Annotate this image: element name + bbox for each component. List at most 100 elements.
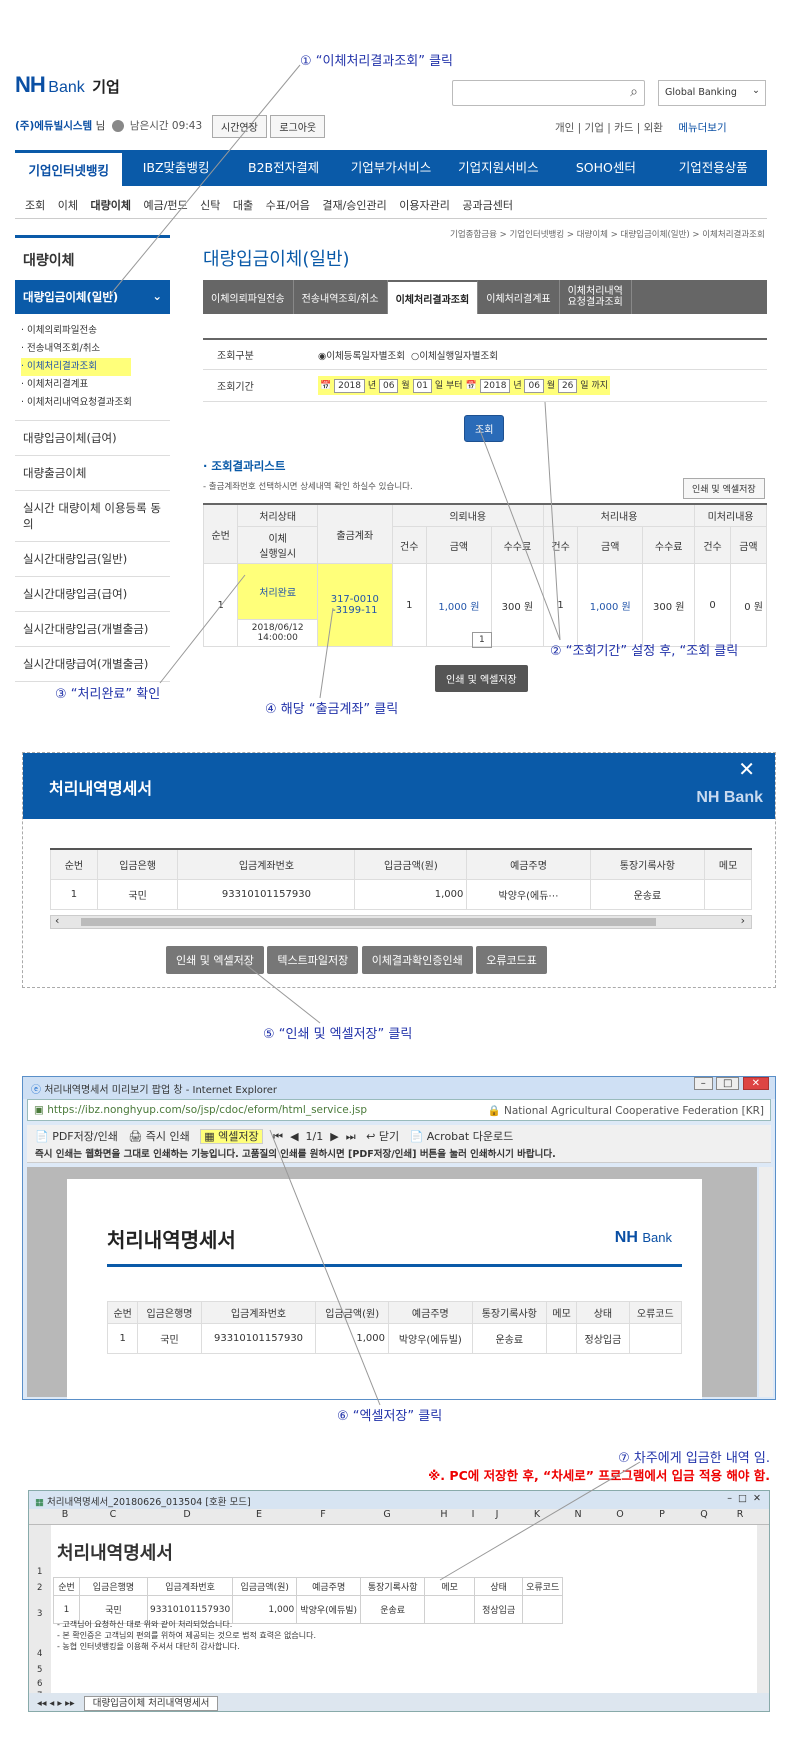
maximize-icon[interactable]: □ bbox=[715, 1077, 740, 1090]
util-link-card[interactable]: 카드 bbox=[614, 122, 633, 134]
util-link-fx[interactable]: 외환 bbox=[644, 122, 663, 134]
calendar-icon[interactable]: 📅 bbox=[320, 381, 331, 391]
sidebar-subitem[interactable]: · 이체처리결계표 bbox=[21, 376, 164, 394]
subnav-item[interactable]: 이체 bbox=[58, 199, 78, 212]
subnav-item-bulk[interactable]: 대량이체 bbox=[91, 199, 131, 212]
last-page-icon[interactable]: ⏭ bbox=[346, 1130, 356, 1143]
scroll-left-icon[interactable]: ‹ bbox=[55, 914, 59, 927]
sidebar-item[interactable]: 실시간대량입금(개별출금) bbox=[15, 612, 170, 647]
next-page-icon[interactable]: ▶ bbox=[330, 1130, 338, 1143]
print-now-button[interactable]: 🖨 즉시 인쇄 bbox=[128, 1130, 189, 1143]
confirm-print-button[interactable]: 이체결과확인증인쇄 bbox=[361, 946, 473, 974]
sidebar-item[interactable]: 실시간대량입금(일반) bbox=[15, 542, 170, 577]
extend-session-button[interactable]: 시간연장 bbox=[212, 115, 267, 138]
tab-upload[interactable]: 이체의뢰파일전송 bbox=[203, 280, 294, 314]
print-excel-button[interactable]: 인쇄 및 엑셀저장 bbox=[435, 665, 528, 692]
gnb-item-b2b[interactable]: B2B전자결제 bbox=[230, 150, 337, 186]
search-button[interactable]: 조회 bbox=[464, 415, 505, 442]
minimize-icon[interactable]: – bbox=[693, 1077, 713, 1090]
tab-request-result[interactable]: 이체처리내역 요청결과조회 bbox=[560, 280, 632, 314]
sheet-tabs-bar: ◂◂ ◂ ▸ ▸▸ 대량입금이체 처리내역명세서 bbox=[29, 1693, 769, 1711]
search-icon[interactable]: ⌕ bbox=[630, 84, 638, 100]
subnav-item[interactable]: 결재/승인관리 bbox=[322, 199, 386, 212]
tab-summary[interactable]: 이체처리결계표 bbox=[478, 280, 560, 314]
global-banking-select[interactable]: Global Banking ⌄ bbox=[658, 80, 766, 106]
subnav-item[interactable]: 수표/어음 bbox=[266, 199, 310, 212]
sidebar-subitem[interactable]: · 이체의뢰파일전송 bbox=[21, 322, 164, 340]
withdrawal-account-link[interactable]: 317-0010 -3199-11 bbox=[316, 563, 393, 647]
gnb-item-support[interactable]: 기업지원서비스 bbox=[445, 150, 552, 186]
page-number[interactable]: 1 bbox=[472, 632, 492, 648]
close-button[interactable]: ↩ 닫기 bbox=[366, 1130, 399, 1143]
pdf-save-button[interactable]: 📄 PDF저장/인쇄 bbox=[35, 1130, 118, 1143]
sidebar-item[interactable]: 대량출금이체 bbox=[15, 456, 170, 491]
more-menu-link[interactable]: 메뉴더보기 bbox=[678, 122, 726, 134]
annotation-step4: ④ 해당 “출금계좌” 클릭 bbox=[265, 702, 399, 717]
excel-window: ▦ 처리내역명세서_20180626_013504 [호환 모드] – □ ✕ … bbox=[28, 1490, 770, 1712]
gnb-item-products[interactable]: 기업전용상품 bbox=[660, 150, 767, 186]
subnav-item[interactable]: 공과금센터 bbox=[462, 199, 513, 212]
excel-save-button[interactable]: ▦ 엑셀저장 bbox=[200, 1129, 263, 1144]
doc-title: 처리내역명세서 bbox=[107, 1228, 236, 1252]
tab-result[interactable]: 이체처리결과조회 bbox=[387, 280, 479, 314]
from-year-select[interactable]: 2018 bbox=[334, 379, 365, 393]
preview-area: 처리내역명세서 NH Bank 순번 입금은행명 입금계좌번호 입금금액(원) 예금… bbox=[27, 1167, 757, 1399]
first-page-icon[interactable]: ⏮ bbox=[273, 1130, 283, 1143]
page-icon: ▣ bbox=[34, 1104, 44, 1116]
bank-logo[interactable]: NH Bank 기업 bbox=[15, 72, 120, 98]
to-day-select[interactable]: 26 bbox=[557, 379, 578, 393]
to-month-select[interactable]: 06 bbox=[524, 379, 544, 393]
sidebar-subitem[interactable]: · 전송내역조회/취소 bbox=[21, 340, 164, 358]
sidebar-item[interactable]: 대량입금이체(급여) bbox=[15, 421, 170, 456]
close-icon[interactable]: ✕ bbox=[738, 757, 755, 781]
gnb-item-addon[interactable]: 기업부가서비스 bbox=[337, 150, 444, 186]
print-excel-button-top[interactable]: 인쇄 및 엑셀저장 bbox=[683, 478, 765, 499]
gnb-item-soho[interactable]: SOHO센터 bbox=[552, 150, 659, 186]
subnav-item[interactable]: 예금/펀드 bbox=[143, 199, 187, 212]
to-year-select[interactable]: 2018 bbox=[479, 379, 511, 393]
sidebar-subitem-result[interactable]: · 이체처리결과조회 bbox=[21, 358, 131, 376]
text-file-button[interactable]: 텍스트파일저장 bbox=[267, 946, 359, 974]
error-code-button[interactable]: 오류코드표 bbox=[476, 946, 547, 974]
close-icon[interactable]: ✕ bbox=[753, 1493, 761, 1504]
sheet-nav-icons[interactable]: ◂◂ ◂ ▸ ▸▸ bbox=[37, 1698, 75, 1709]
nh-bank-logo: NH Bank bbox=[614, 1229, 672, 1246]
cert-info[interactable]: 🔒 National Agricultural Cooperative Fede… bbox=[488, 1104, 764, 1117]
sidebar-title: 대량이체 bbox=[23, 253, 75, 269]
sidebar-item[interactable]: 실시간대량급여(개별출금) bbox=[15, 647, 170, 682]
sidebar-item[interactable]: 실시간대량입금(급여) bbox=[15, 577, 170, 612]
search-input[interactable]: ⌕ bbox=[452, 80, 645, 106]
util-link-personal[interactable]: 개인 bbox=[555, 122, 574, 134]
sidebar-subitem[interactable]: · 이체처리내역요청결과조회 bbox=[21, 394, 164, 412]
acrobat-download-button[interactable]: 📄 Acrobat 다운로드 bbox=[410, 1130, 514, 1143]
util-link-corp[interactable]: 기업 bbox=[585, 122, 604, 134]
scroll-right-icon[interactable]: › bbox=[741, 914, 745, 927]
sheet-tab[interactable]: 대량입금이체 처리내역명세서 bbox=[83, 1696, 219, 1711]
print-excel-button[interactable]: 인쇄 및 엑셀저장 bbox=[166, 946, 264, 974]
prev-page-icon[interactable]: ◀ bbox=[290, 1130, 298, 1143]
tab-history[interactable]: 전송내역조회/취소 bbox=[294, 280, 388, 314]
logout-button[interactable]: 로그아웃 bbox=[270, 115, 326, 138]
sidebar-item[interactable]: 실시간 대량이체 이용등록 동의 bbox=[15, 491, 170, 542]
minimize-icon[interactable]: – bbox=[727, 1493, 732, 1504]
subnav-item[interactable]: 대출 bbox=[233, 199, 253, 212]
subnav-item[interactable]: 조회 bbox=[25, 199, 45, 212]
subnav-item[interactable]: 이용자관리 bbox=[399, 199, 450, 212]
window-controls: – □ ✕ bbox=[693, 1077, 769, 1090]
close-icon[interactable]: ✕ bbox=[742, 1077, 769, 1090]
vertical-scrollbar[interactable] bbox=[757, 1525, 769, 1693]
ie-icon: ⓔ bbox=[31, 1085, 41, 1096]
gnb-item-corp-banking[interactable]: 기업인터넷뱅킹 bbox=[15, 150, 123, 186]
horizontal-scrollbar[interactable]: ‹ › bbox=[50, 914, 752, 929]
scroll-thumb[interactable] bbox=[81, 918, 656, 926]
gnb-item-ibz[interactable]: IBZ맞춤뱅킹 bbox=[122, 150, 229, 186]
calendar-icon[interactable]: 📅 bbox=[465, 381, 476, 391]
vertical-scrollbar[interactable] bbox=[759, 1167, 773, 1397]
sidebar-item-active[interactable]: 대량입금이체(일반) ⌄ bbox=[15, 280, 170, 314]
sidebar: 대량이체 대량입금이체(일반) ⌄ · 이체의뢰파일전송 · 전송내역조회/취소… bbox=[15, 235, 170, 682]
subnav-item[interactable]: 신탁 bbox=[200, 199, 220, 212]
from-month-select[interactable]: 06 bbox=[379, 379, 399, 393]
from-day-select[interactable]: 01 bbox=[412, 379, 432, 393]
address-bar[interactable]: ▣ https://ibz.nonghyup.com/so/jsp/cdoc/e… bbox=[27, 1099, 771, 1121]
maximize-icon[interactable]: □ bbox=[738, 1493, 747, 1504]
